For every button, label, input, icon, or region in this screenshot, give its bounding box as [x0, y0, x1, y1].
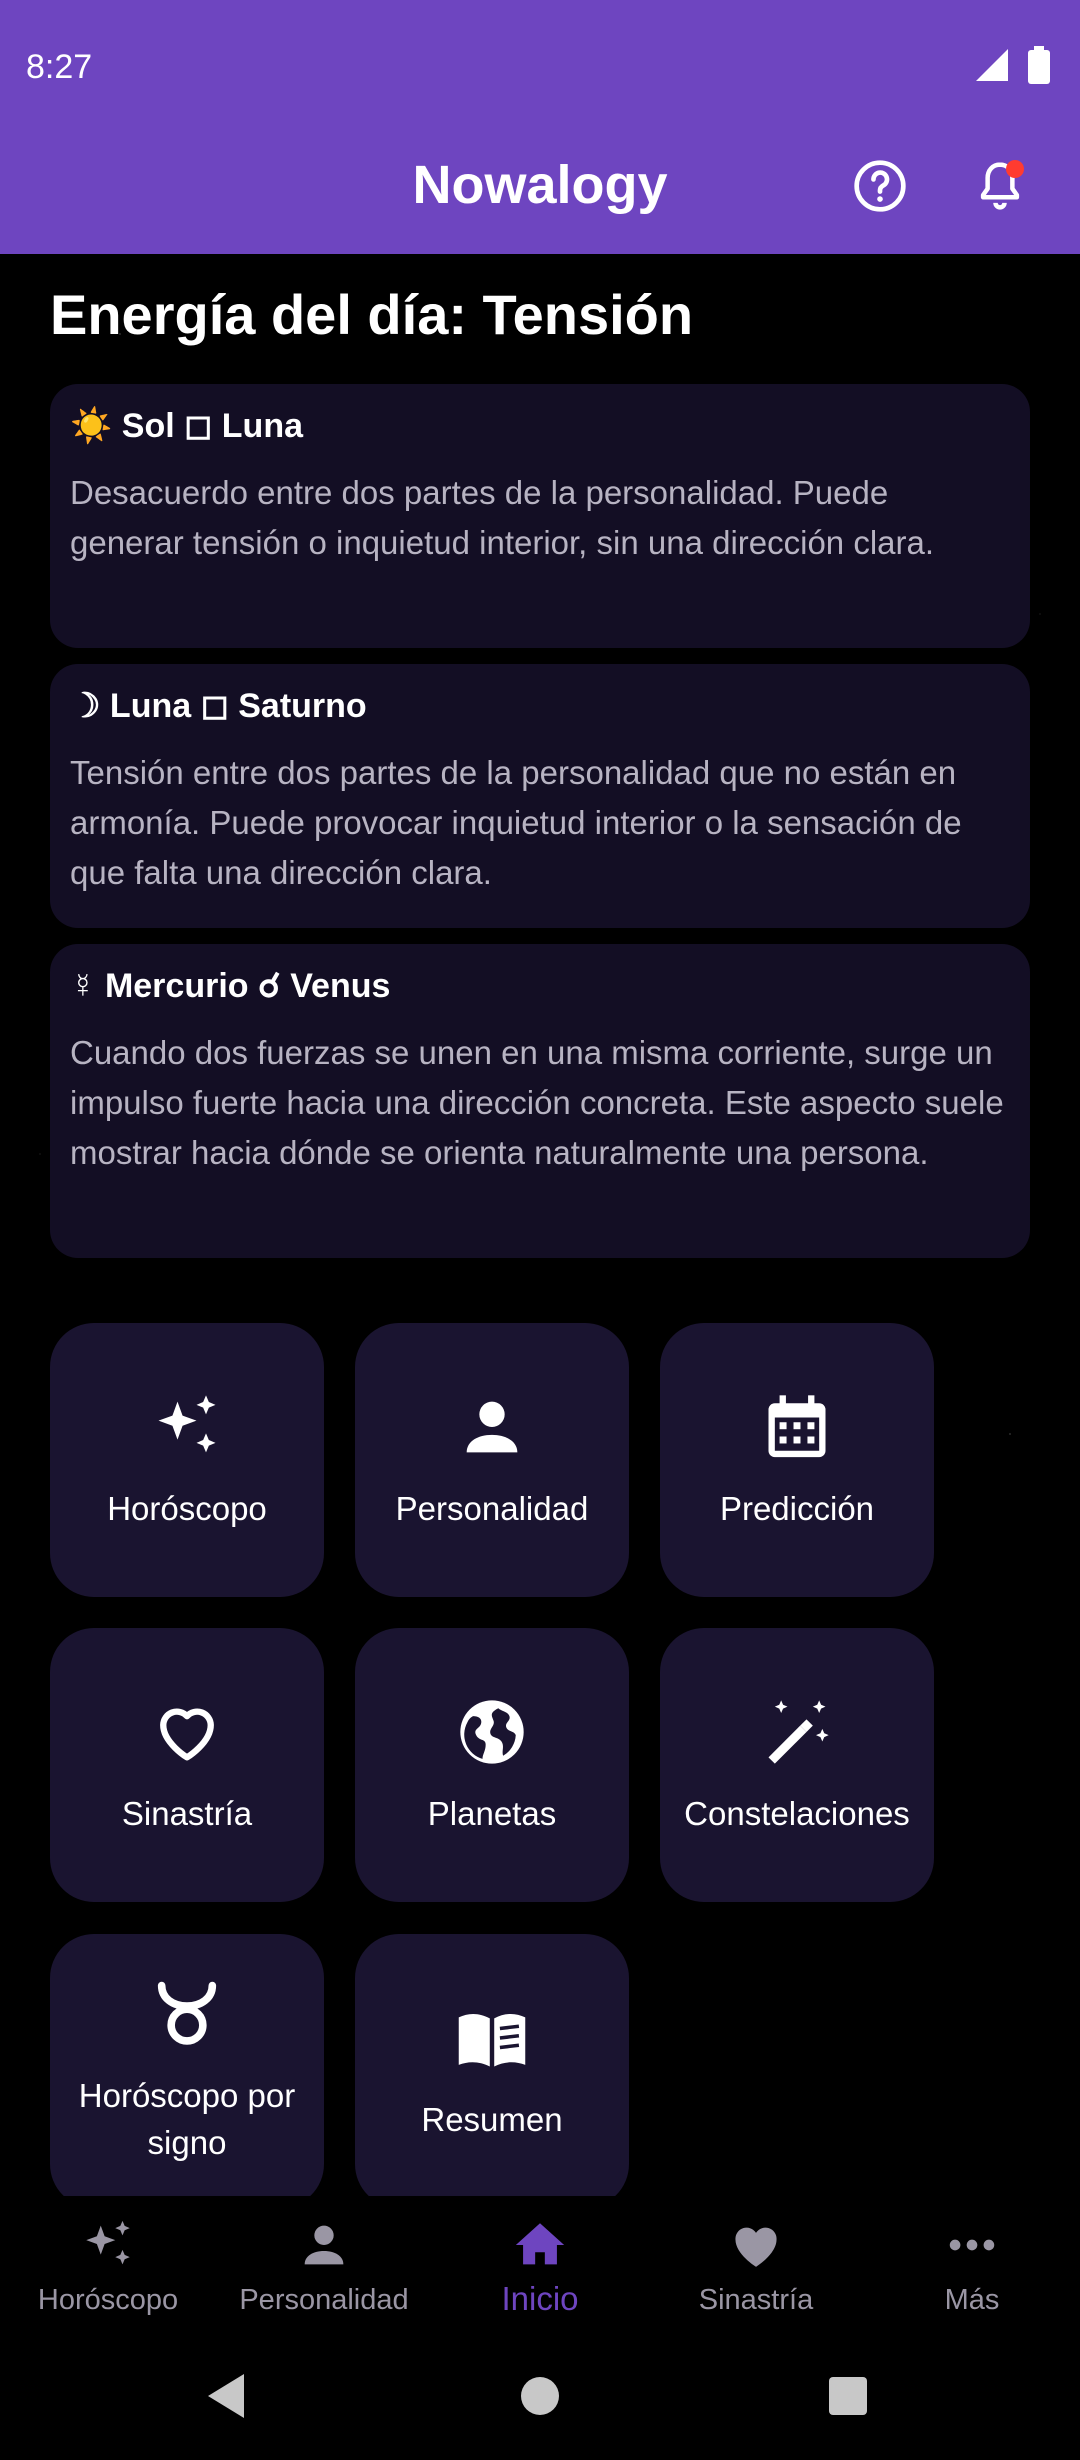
energy-title: Energía del día: Tensión — [50, 283, 694, 346]
aspect-card: ☀️ Sol ◻ Luna Desacuerdo entre dos parte… — [50, 384, 1030, 648]
app-bar: Nowalogy — [0, 130, 1080, 254]
aspect-text: Desacuerdo entre dos partes de la person… — [70, 474, 935, 561]
person-icon — [466, 1401, 518, 1452]
aspect-card: ☿ Mercurio ☌ Venus Cuando dos fuerzas se… — [50, 944, 1030, 1258]
status-time: 8:27 — [26, 48, 93, 86]
home-icon — [515, 2223, 565, 2265]
nav-item-personalidad[interactable]: Personalidad — [216, 2196, 432, 2332]
tile-label: Constelaciones — [684, 1794, 910, 1832]
tile-horoscopo[interactable]: Horóscopo — [50, 1323, 324, 1597]
tile-label: Resumen — [421, 2100, 563, 2138]
aspect-text: Tensión entre dos partes de la personali… — [70, 754, 962, 891]
help-icon — [854, 160, 906, 212]
tile-planetas[interactable]: Planetas — [355, 1628, 629, 1902]
calendar-icon — [768, 1394, 826, 1457]
nav-label: Más — [944, 2284, 1000, 2316]
tile-label: Predicción — [719, 1489, 875, 1527]
nav-item-sinastria[interactable]: Sinastría — [648, 2196, 864, 2332]
tile-resumen[interactable]: Resumen — [355, 1934, 629, 2208]
app-title: Nowalogy — [412, 155, 668, 215]
help-button[interactable] — [850, 156, 910, 216]
tile-sinastria[interactable]: Sinastría — [50, 1628, 324, 1902]
nav-label: Personalidad — [239, 2284, 409, 2316]
nav-label: Horóscopo — [37, 2284, 179, 2316]
tile-horoscopo-por-signo[interactable]: Horóscopo por signo — [50, 1934, 324, 2208]
tile-label: Sinastría — [121, 1794, 253, 1832]
heart-icon — [735, 2227, 777, 2267]
tile-label: Horóscopo — [107, 1489, 267, 1527]
magic-wand-icon — [768, 1699, 829, 1764]
aspect-text: Cuando dos fuerzas se unen en una misma … — [70, 1034, 1004, 1171]
tile-personalidad[interactable]: Personalidad — [355, 1323, 629, 1597]
tile-constelaciones[interactable]: Constelaciones — [660, 1628, 934, 1902]
nav-item-mas[interactable]: Más — [864, 2196, 1080, 2332]
aspect-title: ☿ Mercurio ☌ Venus — [70, 967, 391, 1005]
sparkles-icon — [86, 2220, 130, 2265]
nav-label: Inicio — [501, 2280, 579, 2317]
recents-icon[interactable] — [828, 2376, 868, 2416]
status-icons — [974, 46, 1050, 84]
notifications-button[interactable] — [970, 156, 1030, 216]
globe-icon — [460, 1699, 524, 1764]
tile-label: Horóscopo por signo — [78, 2077, 296, 2161]
system-navigation-bar — [0, 2332, 1080, 2460]
tile-label: Personalidad — [395, 1489, 589, 1527]
signal-icon — [976, 49, 1008, 81]
heart-outline-icon — [160, 1707, 214, 1760]
nav-label: Sinastría — [698, 2284, 814, 2316]
aspect-title: ☽ Luna ◻ Saturno — [70, 687, 367, 725]
nav-item-horoscopo[interactable]: Horóscopo — [0, 2196, 216, 2332]
notification-badge — [1006, 160, 1024, 178]
aspect-card: ☽ Luna ◻ Saturno Tensión entre dos parte… — [50, 664, 1030, 928]
nav-item-inicio[interactable]: Inicio — [432, 2196, 648, 2332]
battery-icon — [1028, 46, 1050, 84]
bottom-navigation: Horóscopo Personalidad Inicio Sinastría … — [0, 2196, 1080, 2332]
person-icon — [304, 2225, 344, 2265]
home-circle-icon[interactable] — [520, 2376, 560, 2416]
status-bar: 8:27 — [0, 0, 1080, 130]
aspect-title: ☀️ Sol ◻ Luna — [70, 407, 304, 445]
tile-prediccion[interactable]: Predicción — [660, 1323, 934, 1597]
tile-label: Planetas — [427, 1794, 557, 1832]
more-icon — [949, 2239, 995, 2251]
book-icon — [458, 2013, 526, 2066]
sparkles-icon — [158, 1394, 216, 1452]
back-icon[interactable] — [204, 2372, 248, 2420]
taurus-icon — [157, 1981, 217, 2045]
